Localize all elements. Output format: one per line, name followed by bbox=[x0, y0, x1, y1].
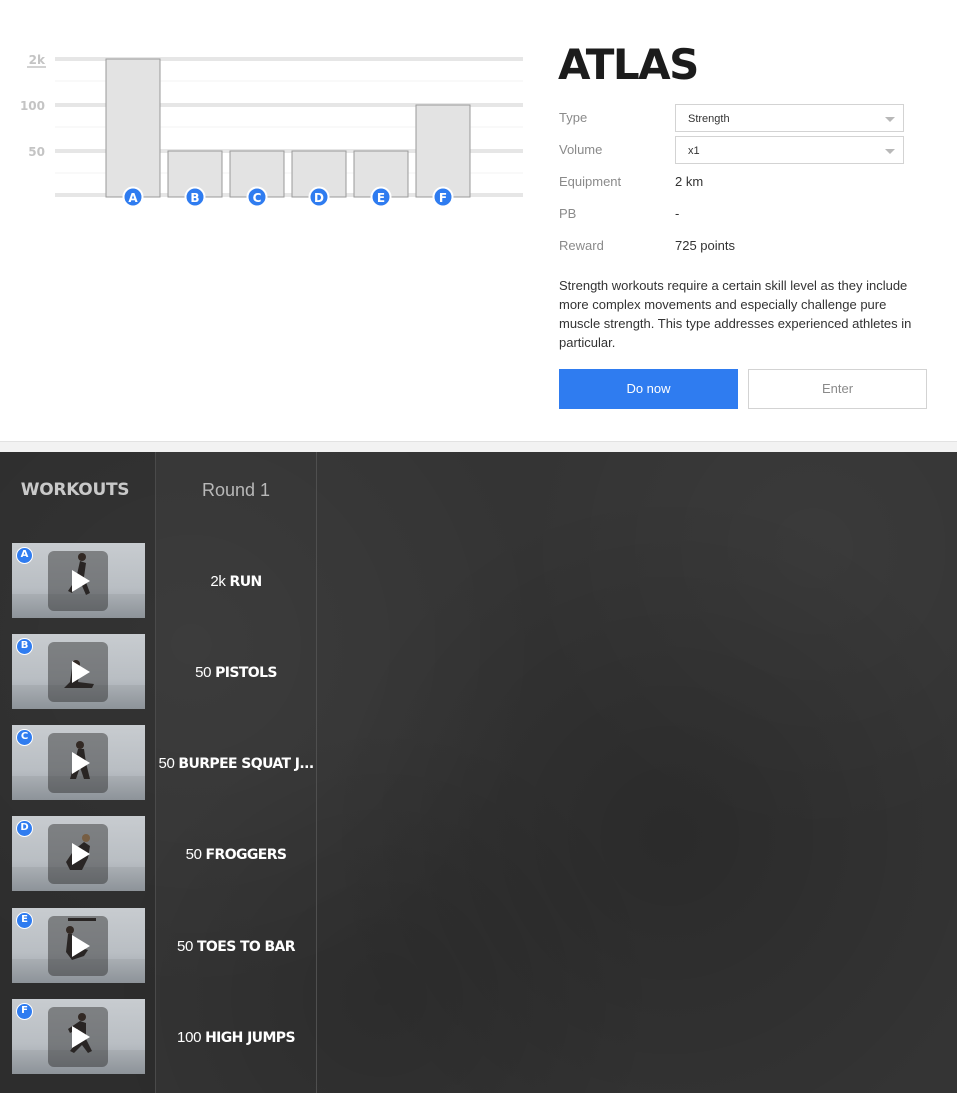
play-button bbox=[48, 916, 108, 976]
play-button bbox=[48, 1007, 108, 1067]
exercise-quantity: 100 bbox=[177, 1029, 202, 1046]
equipment-label: Equipment bbox=[559, 174, 622, 189]
round-heading: Round 1 bbox=[201, 480, 271, 500]
x-category-label: C bbox=[253, 191, 262, 205]
exercise-quantity: 50 bbox=[177, 938, 194, 955]
play-button bbox=[48, 733, 108, 793]
play-button bbox=[48, 824, 108, 884]
chevron-down-icon bbox=[885, 149, 895, 154]
exercise-row-b: 50 PISTOLS bbox=[156, 664, 316, 681]
chart-canvas: 2k 100 50 A B C D E F bbox=[20, 53, 523, 208]
chevron-down-icon bbox=[885, 117, 895, 122]
workouts-panel: WORKOUTS Round 1 A 2k RUN B 50 PISTOLS C… bbox=[0, 452, 957, 1093]
bar-f bbox=[415, 104, 471, 198]
exercise-video-thumbnail-d[interactable]: D bbox=[12, 816, 145, 891]
type-select-value: Strength bbox=[688, 113, 730, 125]
exercise-name: PISTOLS bbox=[215, 665, 277, 681]
exercise-name: RUN bbox=[229, 574, 263, 590]
play-icon bbox=[72, 661, 90, 683]
play-icon bbox=[72, 843, 90, 865]
pb-label: PB bbox=[559, 206, 577, 221]
play-button bbox=[48, 642, 108, 702]
exercise-video-thumbnail-b[interactable]: B bbox=[12, 634, 145, 709]
exercise-name: BURPEE SQUAT J... bbox=[178, 756, 314, 772]
volume-select[interactable]: x1 bbox=[675, 136, 904, 164]
workouts-heading: WORKOUTS bbox=[20, 480, 130, 500]
exercise-row-f: 100 HIGH JUMPS bbox=[156, 1029, 316, 1046]
enter-button[interactable]: Enter bbox=[748, 369, 927, 409]
bar-a bbox=[105, 58, 161, 198]
play-icon bbox=[72, 935, 90, 957]
exercise-row-c: 50 BURPEE SQUAT J... bbox=[156, 755, 316, 772]
reward-value: 725 points bbox=[675, 238, 735, 253]
volume-label: Volume bbox=[559, 142, 603, 157]
workout-title: ATLAS bbox=[558, 40, 699, 89]
play-button bbox=[48, 551, 108, 611]
workout-detail-section: 2k 100 50 A B C D E F ATLAS Type Strength Volume… bbox=[0, 0, 957, 441]
exercise-video-thumbnail-f[interactable]: F bbox=[12, 999, 145, 1074]
letter-badge-icon: A bbox=[16, 547, 33, 564]
exercise-quantity: 50 bbox=[195, 664, 212, 681]
pb-value: - bbox=[675, 206, 680, 221]
equipment-value: 2 km bbox=[675, 174, 704, 189]
exercise-name: HIGH JUMPS bbox=[205, 1030, 295, 1046]
exercise-video-thumbnail-c[interactable]: C bbox=[12, 725, 145, 800]
exercise-quantity: 2k bbox=[210, 573, 226, 590]
letter-badge-icon: D bbox=[16, 820, 33, 837]
type-label: Type bbox=[559, 110, 588, 125]
exercise-row-a: 2k RUN bbox=[156, 573, 316, 590]
exercise-name: TOES TO BAR bbox=[196, 939, 296, 955]
y-tick-label: 50 bbox=[28, 145, 45, 159]
exercise-video-thumbnail-a[interactable]: A bbox=[12, 543, 145, 618]
workout-description: Strength workouts require a certain skil… bbox=[559, 278, 912, 350]
exercise-row-e: 50 TOES TO BAR bbox=[156, 938, 316, 955]
volume-bar-chart: 2k 100 50 A B C D E F bbox=[0, 0, 540, 230]
exercise-video-thumbnail-e[interactable]: E bbox=[12, 908, 145, 983]
x-category-label: E bbox=[377, 191, 385, 205]
do-now-button[interactable]: Do now bbox=[559, 369, 738, 409]
play-icon bbox=[72, 752, 90, 774]
x-category-label: D bbox=[314, 191, 324, 205]
reward-label: Reward bbox=[559, 238, 604, 253]
x-category-label: B bbox=[190, 191, 199, 205]
letter-badge-icon: E bbox=[16, 912, 33, 929]
x-category-label: F bbox=[439, 191, 447, 205]
letter-badge-icon: F bbox=[16, 1003, 33, 1020]
exercise-name: FROGGERS bbox=[205, 847, 287, 863]
exercise-quantity: 50 bbox=[185, 846, 202, 863]
letter-badge-icon: B bbox=[16, 638, 33, 655]
letter-badge-icon: C bbox=[16, 729, 33, 746]
exercise-quantity: 50 bbox=[158, 755, 175, 772]
y-tick-label: 2k bbox=[29, 53, 46, 67]
x-category-label: A bbox=[128, 191, 138, 205]
play-icon bbox=[72, 1026, 90, 1048]
exercise-row-d: 50 FROGGERS bbox=[156, 846, 316, 863]
round-column bbox=[156, 452, 317, 1093]
volume-select-value: x1 bbox=[688, 145, 700, 157]
y-tick-label: 100 bbox=[20, 99, 45, 113]
type-select[interactable]: Strength bbox=[675, 104, 904, 132]
play-icon bbox=[72, 570, 90, 592]
